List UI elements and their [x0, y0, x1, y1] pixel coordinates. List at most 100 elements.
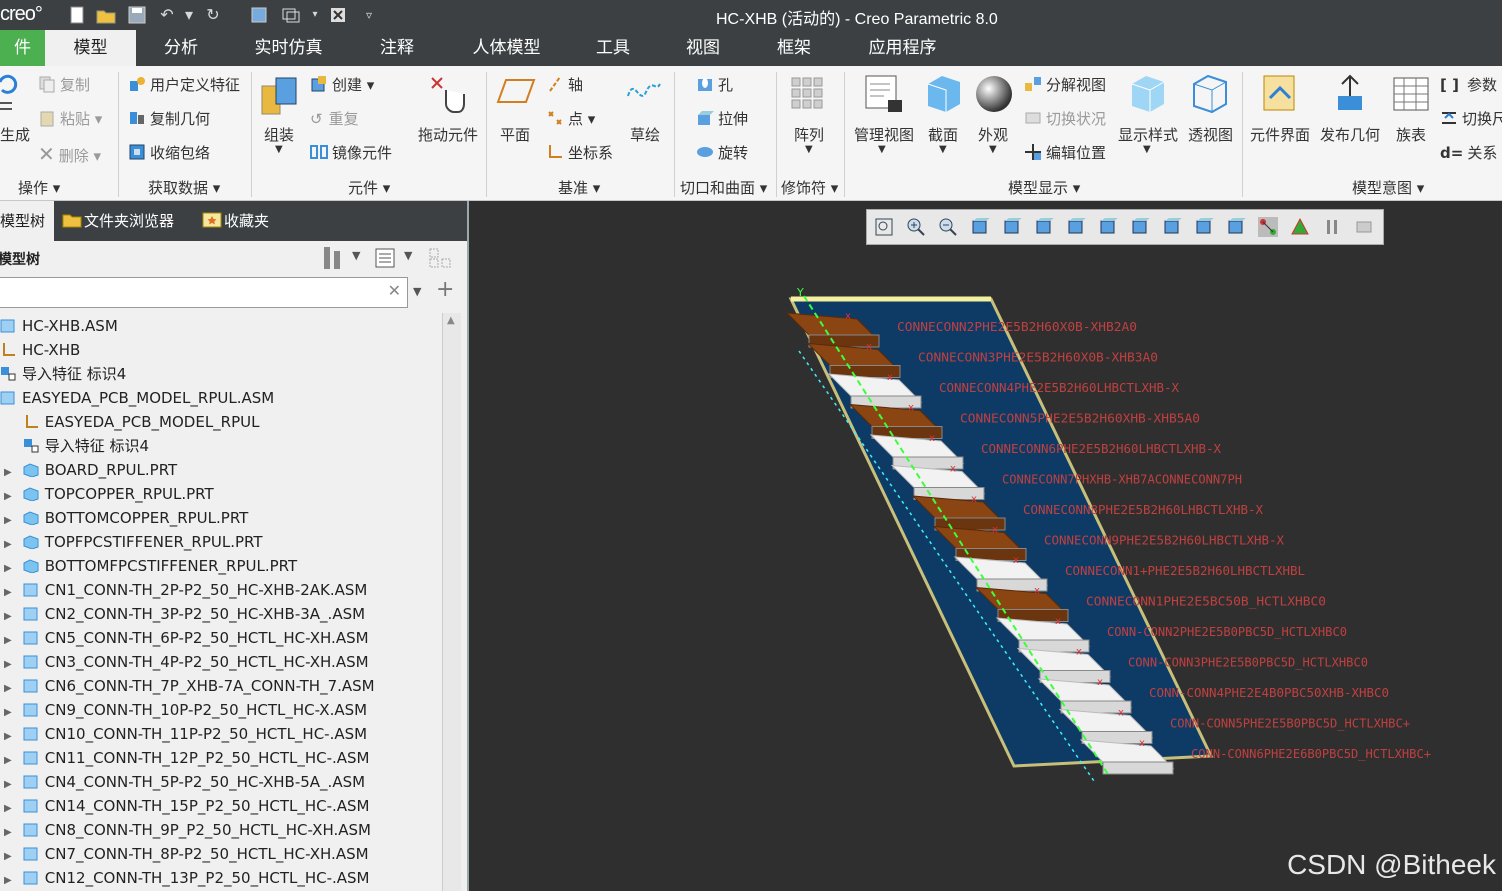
add-filter-icon[interactable]: + [436, 277, 454, 302]
relations-button[interactable]: d= 关系 [1440, 142, 1497, 163]
group-label-model-display[interactable]: 模型显示 ▾ [1008, 177, 1080, 198]
tree-item[interactable]: ▶ CN10_CONN-TH_11P-P2_50_HCTL_HC-.ASM [0, 722, 367, 746]
tab-manikin[interactable]: 人体模型 [454, 30, 559, 66]
group-label-datum[interactable]: 基准 ▾ [558, 177, 600, 198]
tree-item[interactable]: ▶ CN7_CONN-TH_8P-P2_50_HCTL_HC-XH.ASM [0, 842, 369, 866]
manage-views-button[interactable]: 管理视图 [854, 124, 914, 145]
group-label-modifiers[interactable]: 修饰符 ▾ [781, 177, 838, 198]
tree-item[interactable]: ▶ TOPFPCSTIFFENER_RPUL.PRT [0, 530, 263, 554]
pattern-button[interactable]: 阵列 [794, 124, 824, 145]
tab-analysis[interactable]: 分析 [136, 30, 226, 66]
tab-model[interactable]: 模型 [45, 30, 136, 66]
appearance-dropdown-icon[interactable]: ▼ [989, 144, 997, 155]
tab-applications[interactable]: 应用程序 [850, 30, 955, 66]
group-label-get-data[interactable]: 获取数据 ▾ [148, 177, 220, 198]
perspective-icon[interactable] [1190, 74, 1230, 118]
display-style-dropdown-icon[interactable]: ▼ [1143, 144, 1151, 155]
plane-button[interactable]: 平面 [500, 124, 530, 145]
sketch-icon[interactable] [626, 76, 662, 114]
csys-button[interactable]: 坐标系 [546, 142, 613, 163]
tab-annotate[interactable]: 注释 [352, 30, 442, 66]
tree-item[interactable]: 导入特征 标识4 [0, 434, 149, 458]
component-interface-button[interactable]: 元件界面 [1250, 124, 1310, 145]
family-table-button[interactable]: 族表 [1396, 124, 1426, 145]
undo-icon[interactable]: ↶ [156, 4, 178, 26]
copy-button[interactable]: 复制 [38, 74, 90, 95]
dropdown-icon[interactable]: ▾ [304, 4, 326, 26]
windows-icon[interactable] [280, 4, 302, 26]
axis-button[interactable]: 轴 [546, 74, 583, 95]
assemble-big-icon[interactable] [260, 74, 300, 122]
explode-view-button[interactable]: 分解视图 [1024, 74, 1106, 95]
sketch-button[interactable]: 草绘 [630, 124, 660, 145]
component-interface-icon[interactable] [1260, 74, 1300, 118]
hole-button[interactable]: 孔 [696, 74, 733, 95]
display-style-button[interactable]: 显示样式 [1118, 124, 1178, 145]
customize-toolbar-icon[interactable]: ▿ [358, 4, 380, 26]
manage-views-icon[interactable] [864, 74, 904, 118]
open-file-icon[interactable] [95, 4, 117, 26]
clear-search-icon[interactable]: ✕ [388, 281, 401, 300]
publish-geometry-button[interactable]: 发布几何 [1320, 124, 1380, 145]
section-icon[interactable] [924, 74, 964, 118]
revolve-button[interactable]: 旋转 [696, 142, 748, 163]
tree-item[interactable]: ▶ BOARD_RPUL.PRT [0, 458, 177, 482]
redo-icon[interactable]: ↻ [202, 4, 224, 26]
point-button[interactable]: 点 ▾ [546, 108, 595, 129]
section-dropdown-icon[interactable]: ▼ [939, 144, 947, 155]
pattern-icon[interactable] [790, 76, 826, 116]
tab-file[interactable]: 件 [0, 30, 45, 66]
drag-component-button[interactable]: 拖动元件 [418, 124, 478, 145]
assemble-button[interactable]: 组装 [264, 124, 294, 145]
tree-settings-icon[interactable] [320, 245, 344, 275]
scroll-up-icon[interactable]: ▲ [447, 315, 455, 326]
tab-framework[interactable]: 框架 [749, 30, 839, 66]
tree-item[interactable]: ▶ CN1_CONN-TH_2P-P2_50_HC-XHB-2AK.ASM [0, 578, 367, 602]
tree-filter-icon[interactable] [428, 247, 454, 273]
extrude-button[interactable]: 拉伸 [696, 108, 748, 129]
pattern-dropdown-icon[interactable]: ▼ [805, 144, 813, 155]
mirror-component-button[interactable]: 镜像元件 [310, 142, 392, 163]
regenerate-big-icon[interactable] [0, 72, 22, 126]
tree-item[interactable]: HC-XHB [0, 338, 80, 362]
tree-settings-dropdown-icon[interactable]: ▼ [352, 249, 360, 262]
tree-item[interactable]: ▶ CN9_CONN-TH_10P-P2_50_HCTL_HC-X.ASM [0, 698, 367, 722]
close-window-icon[interactable] [327, 4, 349, 26]
switch-dimensions-button[interactable]: 切换尺 [1440, 108, 1502, 129]
appearance-button[interactable]: 外观 [978, 124, 1008, 145]
tree-item[interactable]: ▶ TOPCOPPER_RPUL.PRT [0, 482, 214, 506]
tab-folder-browser[interactable]: 文件夹浏览器 [62, 201, 174, 241]
delete-button[interactable]: ✕ 删除 ▾ [38, 142, 101, 166]
tree-item[interactable]: ▶ BOTTOMFPCSTIFFENER_RPUL.PRT [0, 554, 297, 578]
group-label-cut-surface[interactable]: 切口和曲面 ▾ [680, 177, 767, 198]
tree-item[interactable]: ▶ CN2_CONN-TH_3P-P2_50_HC-XHB-3A_.ASM [0, 602, 365, 626]
manage-views-dropdown-icon[interactable]: ▼ [878, 144, 886, 155]
paste-button[interactable]: 粘贴 ▾ [38, 108, 102, 129]
appearance-icon[interactable] [974, 74, 1014, 118]
copy-geometry-button[interactable]: 复制几何 [128, 108, 210, 129]
tree-item[interactable]: EASYEDA_PCB_MODEL_RPUL [0, 410, 259, 434]
tree-item[interactable]: ▶ CN4_CONN-TH_5P-P2_50_HC-XHB-5A_.ASM [0, 770, 365, 794]
group-label-component[interactable]: 元件 ▾ [348, 177, 390, 198]
tree-item[interactable]: 导入特征 标识4 [0, 362, 126, 386]
tree-scrollbar[interactable]: ▲ [442, 313, 461, 891]
create-button[interactable]: 创建 ▾ [310, 74, 374, 95]
parameters-button[interactable]: [ ] 参数 [1440, 74, 1497, 95]
udf-button[interactable]: 用户定义特征 [128, 74, 240, 95]
new-file-icon[interactable] [66, 4, 88, 26]
expand-arrow-icon[interactable]: ▶ [4, 869, 18, 891]
tree-item[interactable]: ▶ BOTTOMCOPPER_RPUL.PRT [0, 506, 248, 530]
tree-item[interactable]: ▶ CN14_CONN-TH_15P_P2_50_HCTL_HC-.ASM [0, 794, 370, 818]
regenerate-button[interactable]: 生成 [0, 124, 30, 145]
tree-item[interactable]: ▶ CN6_CONN-TH_7P_XHB-7A_CONN-TH_7.ASM [0, 674, 375, 698]
publish-geometry-icon[interactable] [1330, 74, 1370, 118]
graphics-viewport[interactable]: CONNECONN2PHE2E5B2H60X0B-XHB2A0 x CONNECON… [469, 201, 1502, 891]
tab-live-simulation[interactable]: 实时仿真 [236, 30, 341, 66]
tab-favorites[interactable]: 收藏夹 [202, 201, 269, 241]
tree-item[interactable]: ▶ CN12_CONN-TH_13P_P2_50_HCTL_HC-.ASM [0, 866, 370, 890]
toggle-status-button[interactable]: 切换状况 [1024, 108, 1106, 129]
tree-item[interactable]: ▶ CN8_CONN-TH_9P_P2_50_HCTL_HC-XH.ASM [0, 818, 371, 842]
tree-item[interactable]: ▶ CN5_CONN-TH_6P-P2_50_HCTL_HC-XH.ASM [0, 626, 369, 650]
dropdown-icon[interactable]: ▾ [178, 4, 200, 26]
plane-icon[interactable] [496, 76, 536, 110]
